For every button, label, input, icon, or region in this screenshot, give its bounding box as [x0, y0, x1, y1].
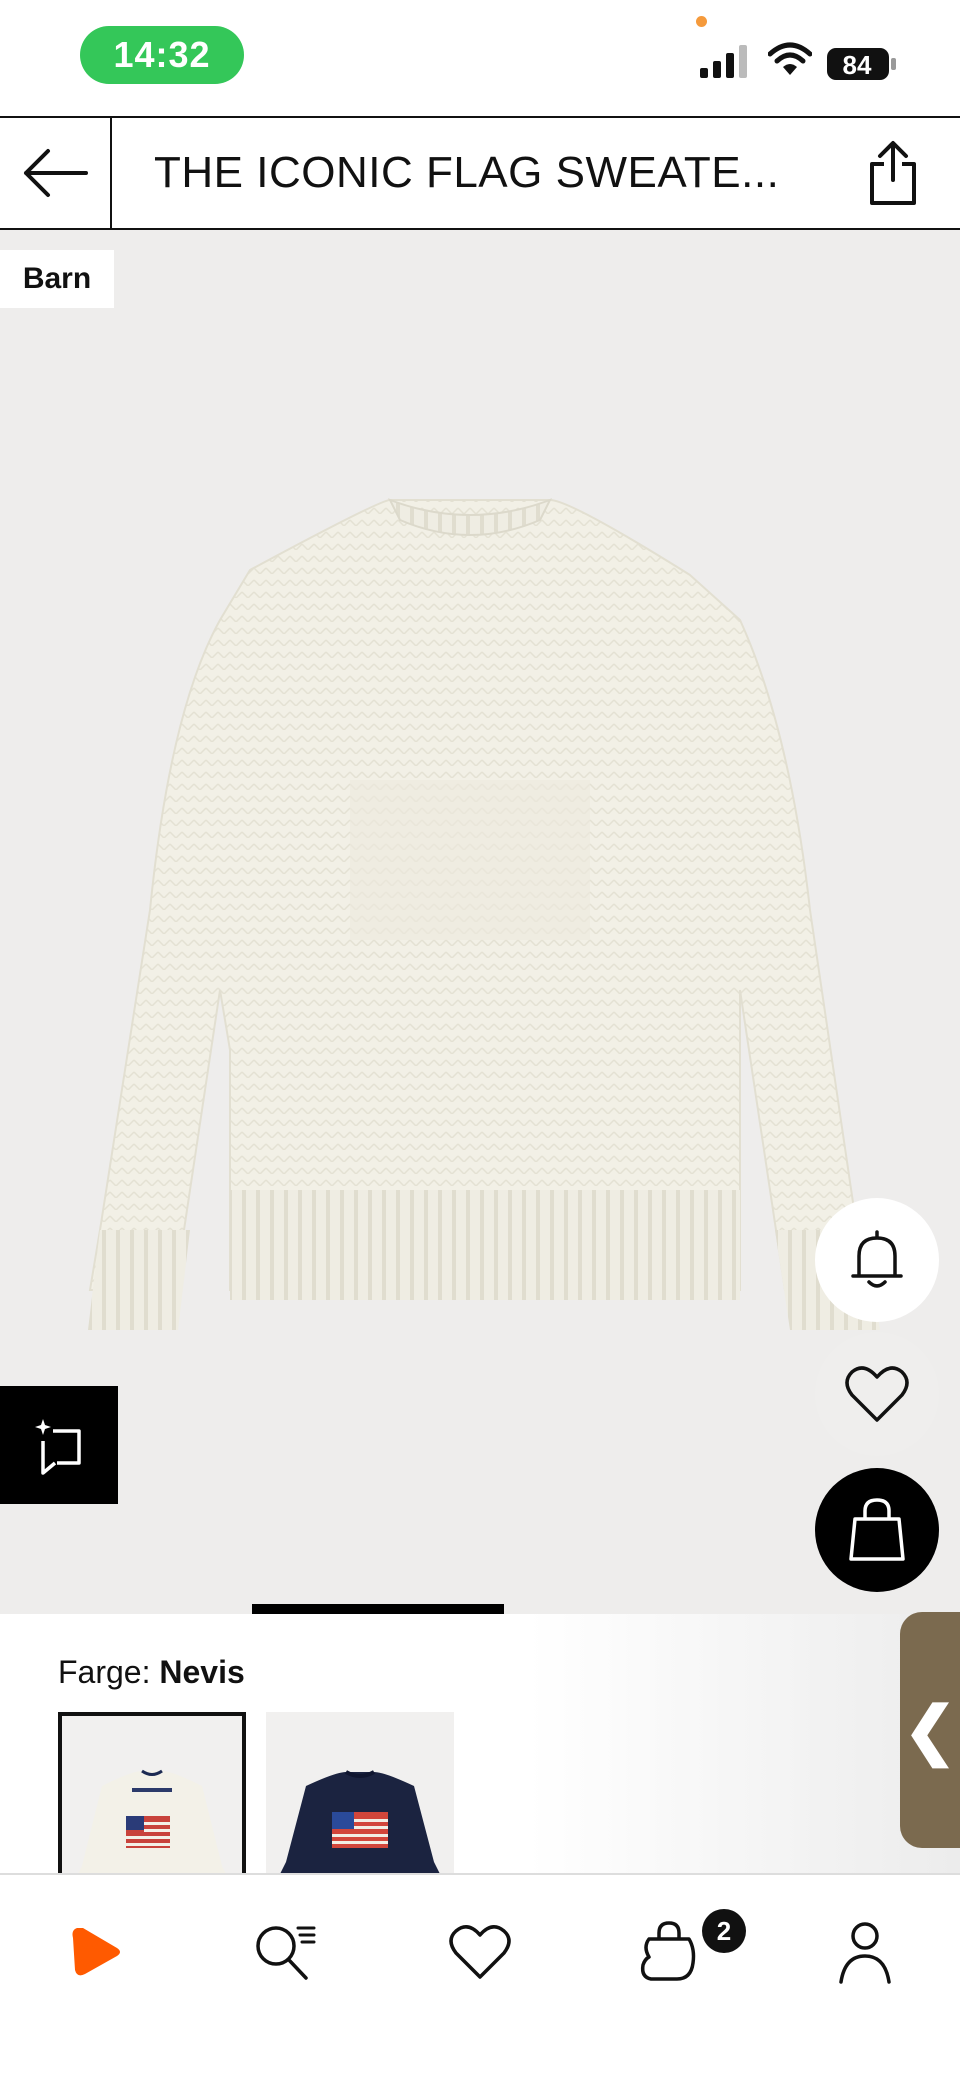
signal-icon	[700, 45, 747, 78]
nav-search[interactable]	[240, 1907, 330, 1997]
side-drawer-tab[interactable]: ❮	[900, 1612, 960, 1848]
swatch-navy[interactable]	[266, 1712, 454, 1882]
nav-wishlist[interactable]	[435, 1907, 525, 1997]
category-tag: Barn	[0, 250, 114, 308]
bell-icon	[851, 1230, 903, 1288]
product-image[interactable]: Barn	[0, 230, 960, 1614]
sparkle-crop-icon	[35, 1419, 81, 1475]
heart-icon	[845, 1366, 909, 1422]
page-title: THE ICONIC FLAG SWEATE...	[154, 148, 780, 197]
home-play-icon	[72, 1928, 120, 1976]
product-header: THE ICONIC FLAG SWEATE...	[0, 116, 960, 230]
nav-profile[interactable]	[820, 1907, 910, 1997]
battery-icon: 84	[827, 48, 896, 80]
wishlist-heart-icon	[449, 1925, 511, 1979]
nav-bag[interactable]	[625, 1907, 715, 1997]
sweater-image	[88, 498, 880, 1330]
color-selector: Farge: Nevis	[0, 1614, 960, 1882]
share-icon	[870, 141, 916, 205]
visual-search-button[interactable]	[0, 1386, 118, 1504]
bottom-navigation: 2	[0, 1873, 960, 2078]
privacy-indicator-dot	[696, 16, 707, 27]
sweater-thumbnail-cream	[76, 1769, 228, 1878]
swatch-cream[interactable]	[58, 1712, 246, 1882]
status-bar: 14:32 84	[0, 0, 960, 116]
sweater-thumbnail-navy	[266, 1712, 454, 1882]
add-to-bag-button[interactable]	[815, 1468, 939, 1592]
search-icon	[256, 1926, 316, 1980]
notify-button[interactable]	[815, 1198, 939, 1322]
color-value: Nevis	[159, 1654, 245, 1690]
bag-nav-icon	[640, 1921, 696, 1981]
share-button[interactable]	[858, 134, 928, 212]
time-pill[interactable]: 14:32	[80, 26, 244, 84]
wishlist-button[interactable]	[815, 1332, 939, 1456]
nav-home[interactable]	[50, 1907, 140, 1997]
battery-level: 84	[843, 50, 872, 80]
bag-count-badge: 2	[702, 1909, 746, 1953]
color-label-prefix: Farge:	[58, 1654, 151, 1690]
back-button[interactable]	[0, 118, 112, 228]
carousel-indicator	[252, 1604, 504, 1614]
profile-icon	[839, 1922, 891, 1984]
color-label: Farge: Nevis	[58, 1654, 245, 1691]
wifi-icon	[768, 42, 812, 75]
bag-icon	[849, 1498, 905, 1561]
arrow-left-icon	[24, 149, 88, 197]
